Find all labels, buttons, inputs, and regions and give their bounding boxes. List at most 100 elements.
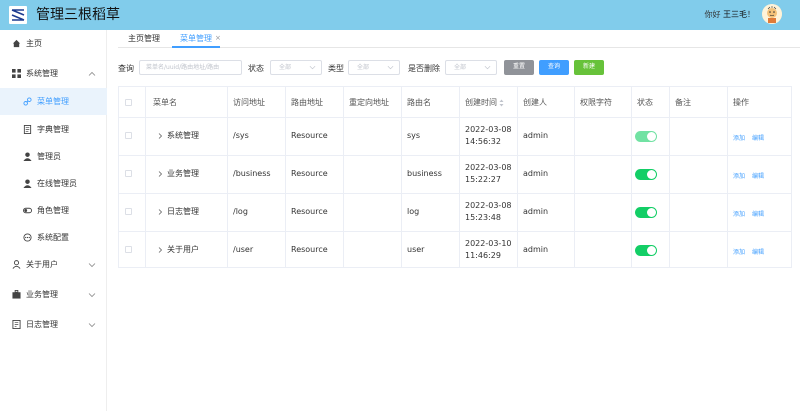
chevron-right-icon[interactable]: [157, 133, 163, 139]
chevron-down-icon: [309, 65, 316, 70]
sidebar-item-label: 字典管理: [37, 125, 69, 134]
column-header: 创建人: [523, 98, 547, 107]
cell-date: 2022-03-08: [465, 201, 512, 210]
chevron-right-icon[interactable]: [157, 247, 163, 253]
column-header: 权限字符: [580, 98, 612, 107]
type-label: 类型: [328, 64, 344, 73]
edit-link[interactable]: 编辑: [752, 247, 764, 256]
sidebar: 主页 系统管理 菜单管理 字典管理 管理员 在线管理员 角色管理 系统配置 关于…: [0, 30, 107, 411]
column-header: 路由地址: [291, 98, 323, 107]
type-select-value: 全部: [357, 64, 370, 71]
sidebar-item-dict[interactable]: 字典管理: [0, 116, 107, 143]
chevron-up-icon: [88, 71, 96, 76]
deleted-select[interactable]: 全部: [445, 60, 497, 75]
row-checkbox[interactable]: [125, 246, 132, 253]
cell-time: 15:23:48: [465, 213, 501, 222]
cell-path: /log: [233, 207, 248, 216]
query-button[interactable]: 查询: [539, 60, 569, 75]
avatar[interactable]: [762, 4, 782, 24]
sidebar-item-label: 日志管理: [26, 320, 58, 329]
row-checkbox[interactable]: [125, 170, 132, 177]
edit-link[interactable]: 编辑: [752, 209, 764, 218]
status-select[interactable]: 全部: [270, 60, 322, 75]
sidebar-item-label: 在线管理员: [37, 179, 77, 188]
edit-link[interactable]: 编辑: [752, 171, 764, 180]
column-header: 备注: [675, 98, 691, 107]
cell-path: /business: [233, 169, 271, 178]
add-child-link[interactable]: 添加: [733, 133, 745, 142]
sidebar-item-log[interactable]: 日志管理: [0, 311, 107, 338]
cell-time: 11:46:29: [465, 251, 501, 260]
cell-name: 业务管理: [167, 169, 199, 178]
add-button[interactable]: 新建: [574, 60, 604, 75]
user-icon: [23, 179, 32, 188]
sidebar-item-label: 业务管理: [26, 290, 58, 299]
type-select[interactable]: 全部: [348, 60, 400, 75]
status-toggle[interactable]: [635, 169, 657, 180]
logo-icon: [9, 6, 27, 24]
cell-name: 系统管理: [167, 131, 199, 140]
sidebar-item-label: 管理员: [37, 152, 61, 161]
cell-name: 关于用户: [167, 245, 199, 254]
grid-icon: [12, 69, 21, 78]
cell-route-name: business: [407, 169, 442, 178]
cell-path: /user: [233, 245, 254, 254]
document-icon: [23, 125, 32, 134]
sidebar-item-config[interactable]: 系统配置: [0, 224, 107, 251]
sidebar-item-admin[interactable]: 管理员: [0, 143, 107, 170]
cell-date: 2022-03-08: [465, 163, 512, 172]
briefcase-icon: [12, 290, 21, 299]
sidebar-item-label: 菜单管理: [37, 97, 69, 106]
search-input[interactable]: 菜单名/uuid/路由地址/路由: [139, 60, 242, 75]
chevron-right-icon[interactable]: [157, 209, 163, 215]
add-child-link[interactable]: 添加: [733, 209, 745, 218]
cell-component: Resource: [291, 131, 328, 140]
cell-route-name: log: [407, 207, 420, 216]
sidebar-item-online-admin[interactable]: 在线管理员: [0, 170, 107, 197]
status-toggle[interactable]: [635, 245, 657, 256]
sort-icon[interactable]: [499, 99, 504, 107]
tab-menu[interactable]: 菜单管理: [180, 34, 212, 44]
column-header[interactable]: 创建时间: [465, 97, 497, 109]
column-header: 状态: [637, 98, 653, 107]
chevron-down-icon: [88, 292, 96, 297]
cell-path: /sys: [233, 131, 249, 140]
sidebar-item-role[interactable]: 角色管理: [0, 197, 107, 224]
add-child-link[interactable]: 添加: [733, 171, 745, 180]
cell-creator: admin: [523, 169, 549, 178]
sidebar-item-system[interactable]: 系统管理: [0, 60, 107, 87]
cell-time: 15:22:27: [465, 175, 501, 184]
deleted-select-value: 全部: [454, 64, 467, 71]
select-all-checkbox[interactable]: [125, 99, 132, 106]
sidebar-item-menu[interactable]: 菜单管理: [0, 88, 107, 115]
cell-component: Resource: [291, 169, 328, 178]
sidebar-item-business[interactable]: 业务管理: [0, 281, 107, 308]
sidebar-item-home[interactable]: 主页: [0, 30, 107, 57]
chevron-right-icon[interactable]: [157, 171, 163, 177]
close-icon[interactable]: ×: [215, 34, 221, 42]
tab-home[interactable]: 主页管理: [128, 34, 160, 44]
column-header: 重定向地址: [349, 98, 389, 107]
chevron-down-icon: [484, 65, 491, 70]
menu-table: 菜单名 访问地址 路由地址 重定向地址 路由名 创建时间 创建人 权限字符 状态…: [118, 86, 792, 268]
status-toggle[interactable]: [635, 131, 657, 142]
reset-button[interactable]: 重置: [504, 60, 534, 75]
row-checkbox[interactable]: [125, 132, 132, 139]
edit-link[interactable]: 编辑: [752, 133, 764, 142]
active-tab-indicator: [172, 46, 220, 48]
user-name[interactable]: 王三毛: [723, 10, 747, 19]
link-icon: [23, 97, 32, 106]
cell-creator: admin: [523, 131, 549, 140]
cell-date: 2022-03-08: [465, 125, 512, 134]
sidebar-item-label: 角色管理: [37, 206, 69, 215]
greeting: 你好 王三毛！: [704, 9, 755, 20]
row-checkbox[interactable]: [125, 208, 132, 215]
status-toggle[interactable]: [635, 207, 657, 218]
cell-creator: admin: [523, 245, 549, 254]
column-header: 菜单名: [153, 98, 177, 107]
status-label: 状态: [248, 64, 264, 73]
cell-creator: admin: [523, 207, 549, 216]
app-title: 管理三根稻草: [36, 7, 120, 23]
add-child-link[interactable]: 添加: [733, 247, 745, 256]
sidebar-item-about-user[interactable]: 关于用户: [0, 251, 107, 278]
